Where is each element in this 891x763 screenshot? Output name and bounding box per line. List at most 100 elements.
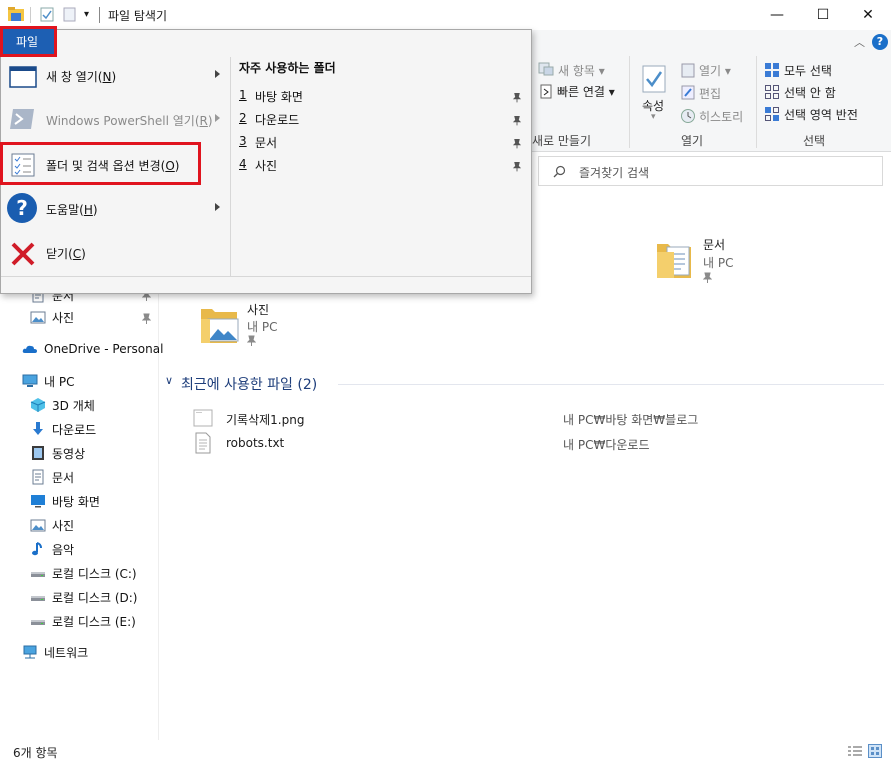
recent-files-header[interactable]: 최근에 사용한 파일 (2): [181, 374, 317, 394]
select-all-icon[interactable]: [764, 62, 780, 78]
details-view-icon[interactable]: [847, 745, 863, 757]
video-icon: [30, 445, 46, 461]
chevron-down-icon[interactable]: ∨: [165, 374, 173, 387]
nav-pc-item[interactable]: 사진: [30, 514, 74, 536]
desktop-icon: [30, 493, 46, 509]
select-none-icon[interactable]: [764, 84, 780, 100]
divider: [99, 7, 100, 23]
search-placeholder[interactable]: 즐겨찾기 검색: [579, 164, 649, 181]
customize-toolbar-icon[interactable]: ▾: [84, 9, 89, 20]
pin-icon[interactable]: [142, 313, 151, 324]
easy-access-button[interactable]: 빠른 연결 ▾: [557, 83, 615, 100]
select-none-button[interactable]: 선택 안 함: [784, 84, 836, 101]
edit-icon[interactable]: [681, 85, 695, 100]
close-button[interactable]: ✕: [845, 0, 891, 30]
select-all-button[interactable]: 모두 선택: [784, 62, 832, 79]
chevron-right-icon: [215, 70, 220, 78]
pin-icon[interactable]: [513, 92, 521, 103]
new-item-button[interactable]: 새 항목 ▾: [558, 62, 605, 79]
open-button[interactable]: 열기 ▾: [699, 62, 731, 79]
search-box[interactable]: 즐겨찾기 검색: [538, 156, 883, 186]
open-group-label: 열기: [680, 134, 704, 148]
chevron-down-icon: ▾: [651, 112, 656, 122]
nav-pc-item[interactable]: 문서: [30, 466, 74, 488]
maximize-button[interactable]: ☐: [800, 0, 846, 30]
nav-pc-item[interactable]: 3D 개체: [30, 394, 95, 416]
nav-pc-item[interactable]: 동영상: [30, 442, 85, 464]
divider: [338, 384, 884, 385]
invert-selection-icon[interactable]: [764, 106, 780, 122]
recent-file-row[interactable]: 기록삭제1.png 내 PC₩바탕 화면₩블로그: [190, 406, 884, 430]
folder-location: 내 PC: [703, 256, 734, 270]
recent-file-row[interactable]: robots.txt 내 PC₩다운로드: [190, 431, 884, 455]
nav-pc-item[interactable]: 로컬 디스크 (D:): [30, 586, 137, 608]
item-count: 6개 항목: [13, 746, 58, 760]
folder-name[interactable]: 문서: [703, 236, 725, 253]
folder-location: 내 PC: [247, 320, 278, 334]
powershell-icon: [10, 109, 34, 129]
frequent-folder-item[interactable]: 1 바탕 화면: [239, 88, 529, 110]
minimize-button[interactable]: —: [754, 0, 800, 30]
collapse-ribbon-icon[interactable]: ︿: [854, 34, 865, 50]
edit-button[interactable]: 편집: [699, 85, 721, 102]
menu-new-window[interactable]: 새 창 열기(N): [1, 54, 231, 98]
pin-icon[interactable]: [247, 335, 256, 346]
properties-quick-icon[interactable]: [40, 7, 54, 22]
new-group-label: 새로 만들기: [532, 134, 592, 148]
menu-close[interactable]: 닫기(C): [1, 231, 231, 275]
image-file-icon: [193, 409, 213, 427]
pin-icon[interactable]: [513, 138, 521, 149]
folder-name[interactable]: 사진: [247, 301, 269, 318]
file-explorer-icon[interactable]: [8, 7, 24, 21]
divider: [1, 276, 531, 277]
nav-pc-item[interactable]: 다운로드: [30, 418, 96, 440]
new-folder-quick-icon[interactable]: [63, 7, 76, 22]
history-button[interactable]: 히스토리: [699, 108, 743, 125]
new-item-icon[interactable]: [538, 62, 554, 76]
drive-icon: [30, 613, 46, 629]
nav-pc-item[interactable]: 로컬 디스크 (C:): [30, 562, 137, 584]
menu-help[interactable]: ? 도움말(H): [1, 187, 231, 231]
history-icon[interactable]: [680, 108, 696, 124]
file-name: 기록삭제1.png: [226, 413, 305, 427]
pictures-icon: [30, 517, 46, 533]
open-icon[interactable]: [681, 63, 695, 78]
documents-folder-icon[interactable]: [654, 238, 694, 282]
frequent-folders-title: 자주 사용하는 폴더: [239, 61, 336, 75]
nav-pc-item[interactable]: 음악: [30, 538, 74, 560]
menu-powershell[interactable]: Windows PowerShell 열기(R): [1, 98, 231, 142]
large-icons-view-icon[interactable]: [868, 744, 882, 758]
easy-access-icon[interactable]: [539, 84, 553, 99]
pin-icon[interactable]: [513, 115, 521, 126]
invert-selection-button[interactable]: 선택 영역 반전: [784, 106, 858, 123]
nav-onedrive[interactable]: OneDrive - Personal: [22, 338, 163, 360]
text-file-icon: [195, 432, 211, 454]
chevron-right-icon: [215, 203, 220, 211]
pin-icon[interactable]: [703, 272, 712, 283]
pin-icon[interactable]: [513, 161, 521, 172]
nav-quick-pictures[interactable]: 사진: [30, 306, 74, 328]
highlight-box: [0, 142, 201, 185]
frequent-folder-item[interactable]: 2 다운로드: [239, 111, 529, 133]
drive-icon: [30, 589, 46, 605]
nav-this-pc[interactable]: 내 PC: [22, 370, 74, 392]
frequent-folder-item[interactable]: 4 사진: [239, 157, 529, 179]
document-icon: [30, 469, 46, 485]
help-icon[interactable]: ?: [872, 34, 888, 50]
file-path: 내 PC₩바탕 화면₩블로그: [563, 413, 699, 427]
close-icon: [11, 242, 35, 266]
chevron-right-icon: [215, 114, 220, 122]
pictures-folder-icon[interactable]: [198, 303, 240, 347]
search-icon: [553, 165, 566, 178]
frequent-folder-item[interactable]: 3 문서: [239, 134, 529, 156]
maximize-icon: ☐: [816, 7, 830, 23]
divider: [756, 56, 757, 148]
3d-objects-icon: [30, 397, 46, 413]
title-bar: ▾ 파일 탐색기 — ☐ ✕: [0, 0, 891, 30]
new-window-icon: [9, 66, 37, 88]
pictures-icon: [30, 309, 46, 325]
nav-pc-item[interactable]: 로컬 디스크 (E:): [30, 610, 136, 632]
nav-pc-item[interactable]: 바탕 화면: [30, 490, 100, 512]
nav-network[interactable]: 네트워크: [22, 641, 88, 663]
properties-icon[interactable]: [641, 64, 667, 94]
